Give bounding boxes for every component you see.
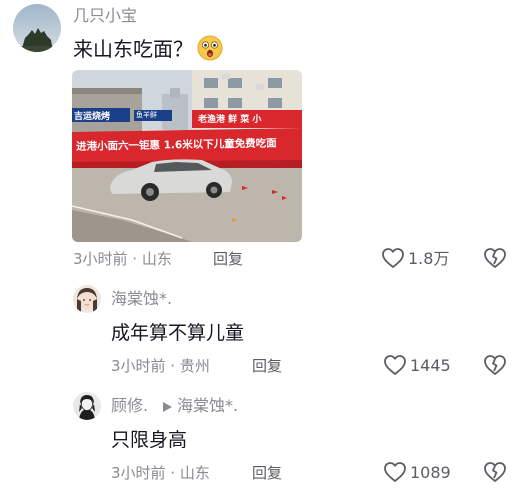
broken-heart-icon[interactable] xyxy=(483,247,507,269)
like-count: 1.8万 xyxy=(408,249,450,268)
photo-sign-small: 鱼羊鲜 xyxy=(136,111,157,119)
reply-button[interactable]: 回复 xyxy=(252,463,282,483)
reply-button[interactable]: 回复 xyxy=(213,249,243,269)
comment-meta: 3小时前 · 山东 xyxy=(111,464,210,482)
comment-meta: 3小时前 · 贵州 xyxy=(111,357,210,375)
surprised-face-emoji xyxy=(197,35,223,61)
broken-heart-icon[interactable] xyxy=(483,354,507,376)
comment-text: 来山东吃面？ xyxy=(73,37,193,61)
comment-username[interactable]: 几只小宝 xyxy=(73,6,137,26)
comment-photo[interactable]: 吉运烧烤 鱼羊鲜 老渔港 鲜 菜 小 进港小面六一钜惠 1.6米以下儿童免费吃面 xyxy=(72,70,302,242)
comment-meta: 3小时前 · 山东 xyxy=(73,250,172,268)
photo-sign-shop-right: 老渔港 鲜 菜 小 xyxy=(198,115,262,125)
broken-heart-icon[interactable] xyxy=(483,461,507,483)
photo-banner-text: 进港小面六一钜惠 1.6米以下儿童免费吃面 xyxy=(75,137,277,153)
heart-outline-icon[interactable] xyxy=(383,461,407,483)
reply-button[interactable]: 回复 xyxy=(252,356,282,376)
reply-to-username[interactable]: 海棠蚀*. xyxy=(177,396,238,416)
heart-outline-icon[interactable] xyxy=(381,247,405,269)
like-count: 1445 xyxy=(410,356,451,375)
like-count: 1089 xyxy=(410,463,451,482)
comment-text: 成年算不算儿童 xyxy=(111,322,245,344)
comment-username[interactable]: 海棠蚀*. xyxy=(111,289,172,309)
comment-text: 只限身高 xyxy=(111,429,188,451)
comment-username[interactable]: 顾修. xyxy=(111,396,148,416)
heart-outline-icon[interactable] xyxy=(383,354,407,376)
photo-sign-shop-left: 吉运烧烤 xyxy=(74,112,111,122)
play-triangle-icon xyxy=(163,402,172,412)
avatar[interactable] xyxy=(13,4,61,52)
avatar[interactable] xyxy=(73,392,101,420)
avatar[interactable] xyxy=(73,285,101,313)
